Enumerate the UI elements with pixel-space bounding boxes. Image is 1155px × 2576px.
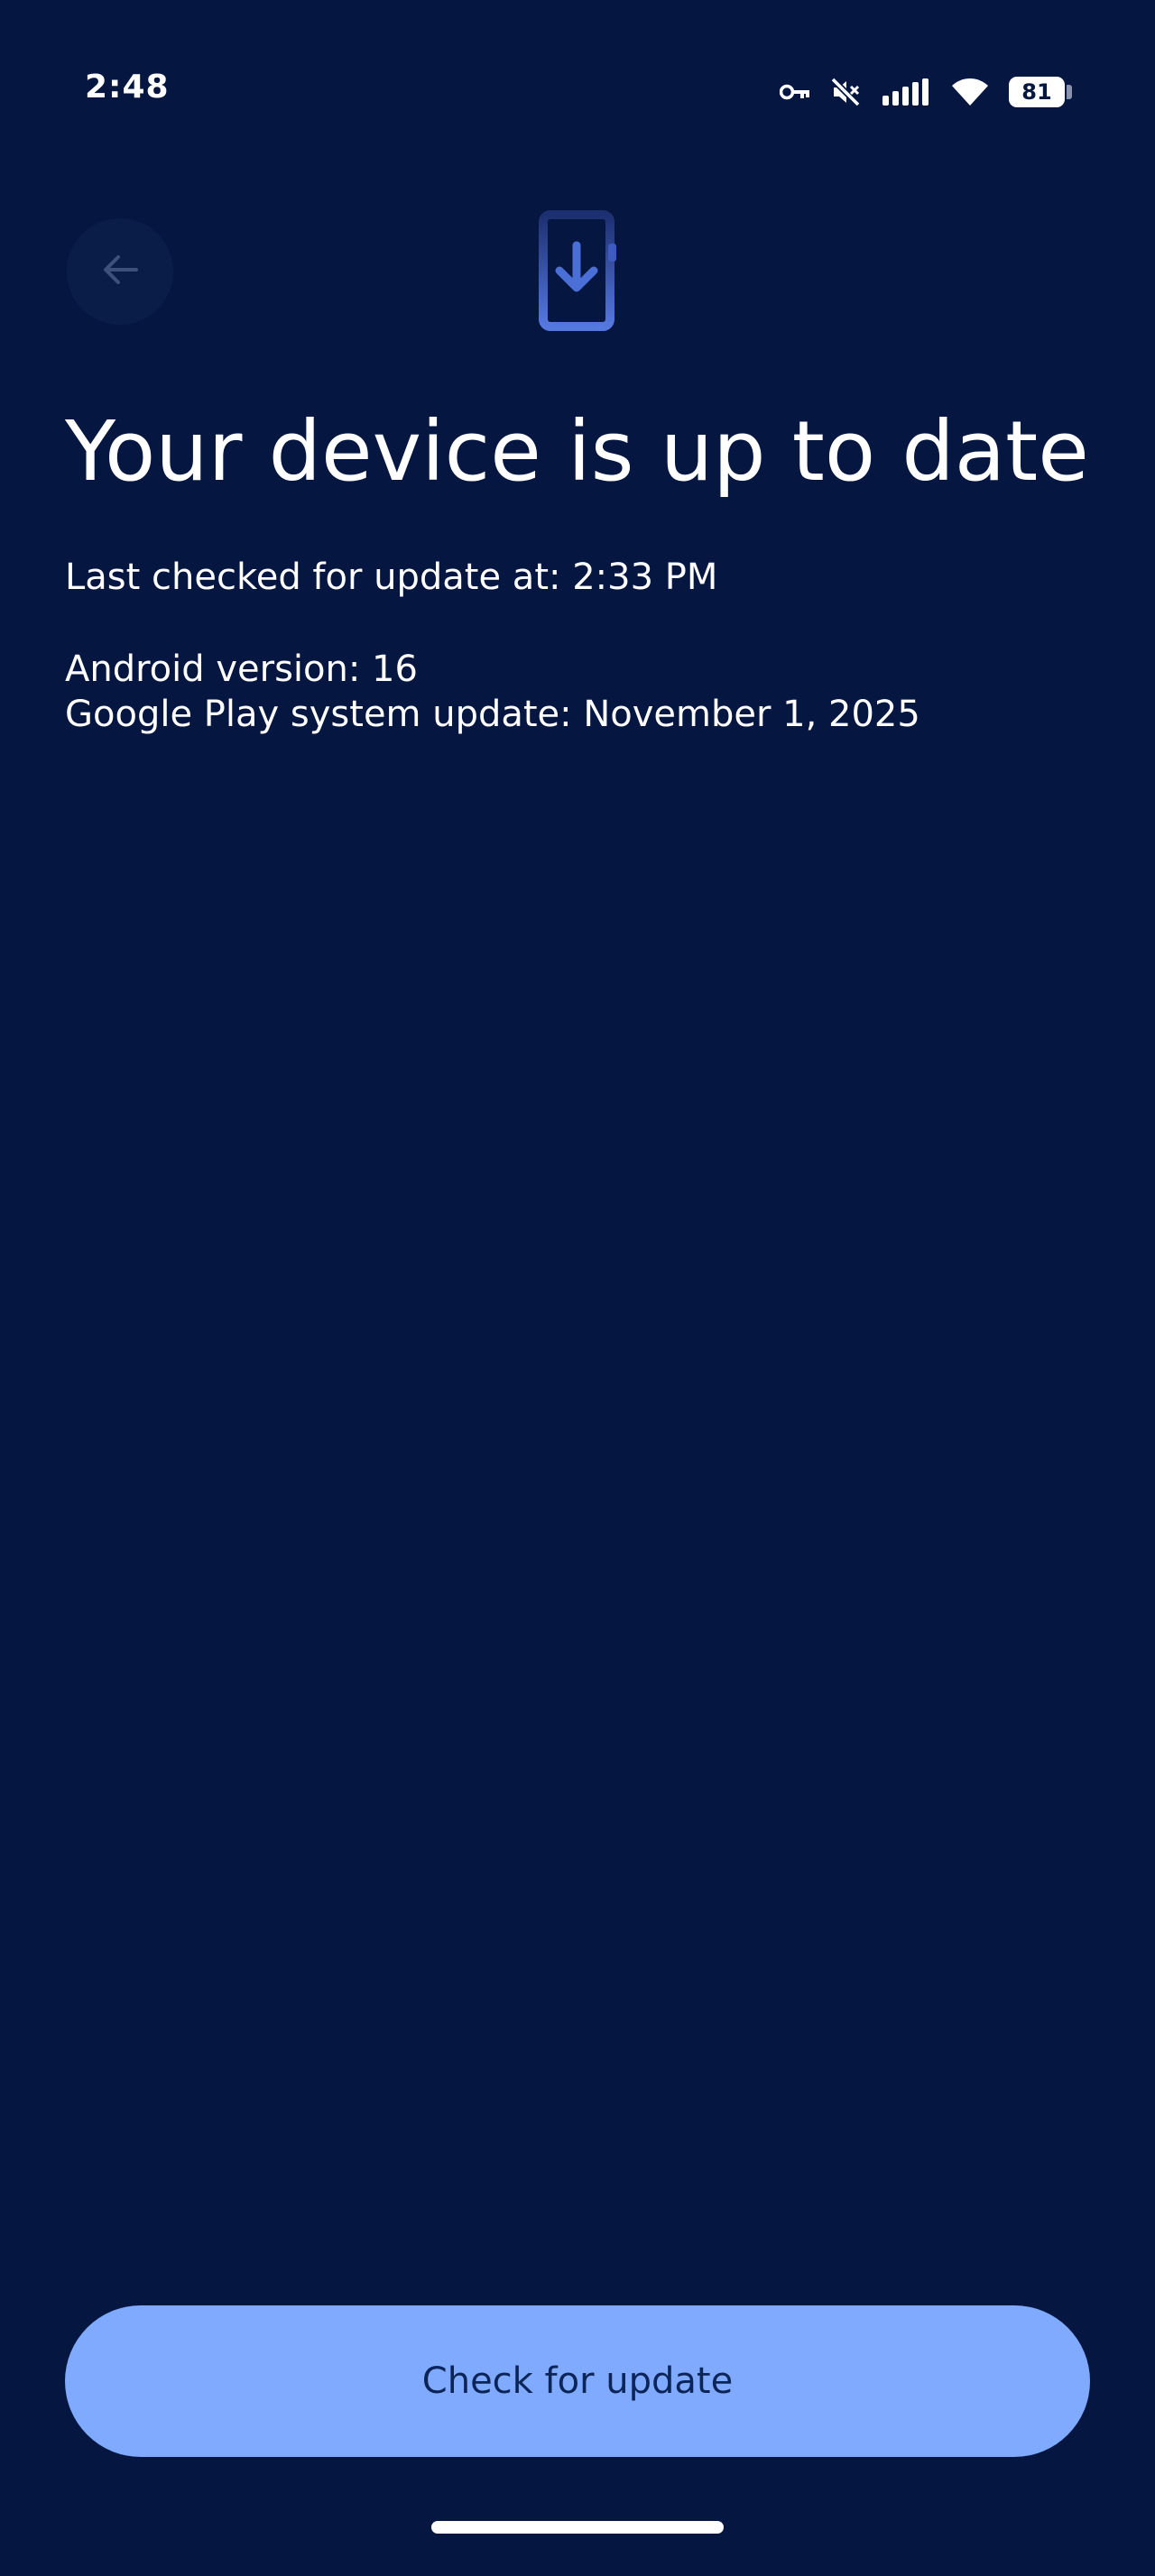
status-time: 2:48 <box>85 69 170 106</box>
battery-tip <box>1067 85 1072 99</box>
signal-icon <box>881 78 931 106</box>
system-update-screen: 2:48 81 Your device is up to date Last c… <box>0 0 1155 2576</box>
home-indicator[interactable] <box>431 2521 724 2534</box>
vpn-key-icon <box>780 83 810 101</box>
system-update-phone-icon <box>538 209 621 332</box>
wifi-icon <box>951 77 989 107</box>
status-bar: 2:48 81 <box>0 0 1155 180</box>
page-title: Your device is up to date <box>65 403 1089 500</box>
play-system-update-text: Google Play system update: November 1, 2… <box>65 694 920 735</box>
battery-icon: 81 <box>1009 77 1072 107</box>
check-for-update-button[interactable]: Check for update <box>65 2305 1090 2457</box>
battery-level: 81 <box>1009 77 1065 107</box>
status-icons: 81 <box>780 72 1072 112</box>
arrow-back-icon <box>100 250 140 293</box>
last-checked-text: Last checked for update at: 2:33 PM <box>65 557 718 598</box>
android-version-text: Android version: 16 <box>65 649 418 690</box>
back-button[interactable] <box>67 218 173 325</box>
mute-icon <box>830 77 861 107</box>
